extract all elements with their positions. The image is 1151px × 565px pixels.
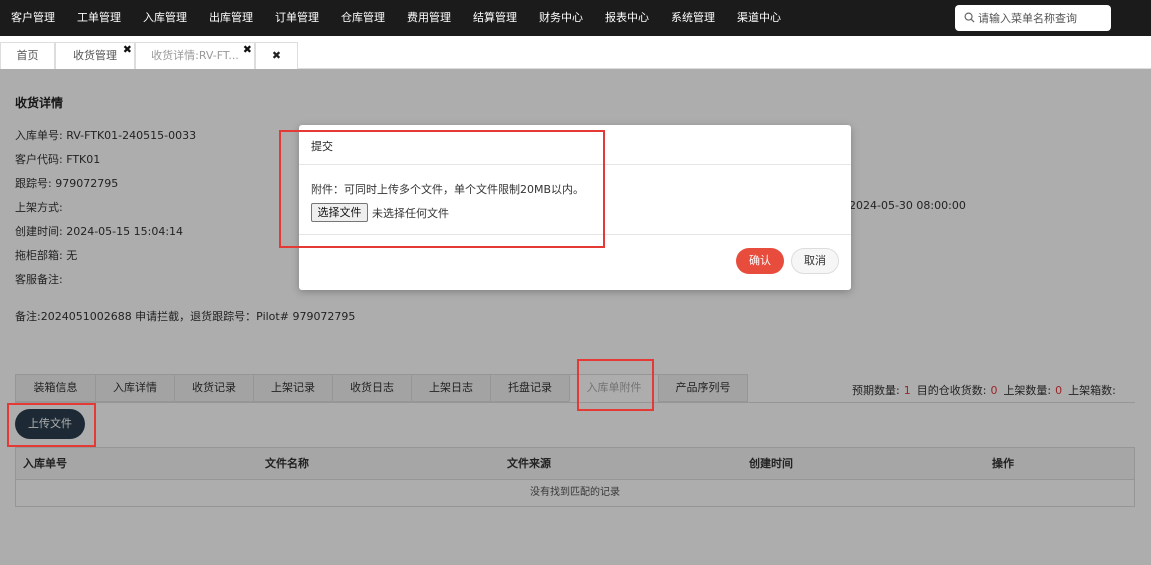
menu-search-input[interactable] <box>978 5 1106 31</box>
menu-settlement[interactable]: 结算管理 <box>462 0 528 36</box>
menu-outbound[interactable]: 出库管理 <box>198 0 264 36</box>
highlight-box-dialog <box>279 130 605 248</box>
tab-home[interactable]: 首页 <box>0 42 55 69</box>
highlight-box-upload-button <box>7 403 96 447</box>
menu-fees[interactable]: 费用管理 <box>396 0 462 36</box>
menu-system[interactable]: 系统管理 <box>660 0 726 36</box>
page-tab-bar: 首页 收货管理 ✖ 收货详情:RV-FT... ✖ ✖ <box>0 36 1151 69</box>
tab-detail-label: 收货详情:RV-FT... <box>151 49 239 62</box>
close-icon[interactable]: ✖ <box>243 37 252 62</box>
menu-workorder[interactable]: 工单管理 <box>66 0 132 36</box>
menu-reports[interactable]: 报表中心 <box>594 0 660 36</box>
confirm-button[interactable]: 确认 <box>736 248 784 274</box>
cancel-button[interactable]: 取消 <box>791 248 839 274</box>
menu-customer[interactable]: 客户管理 <box>0 0 66 36</box>
top-navigation: 客户管理 工单管理 入库管理 出库管理 订单管理 仓库管理 费用管理 结算管理 … <box>0 0 1151 36</box>
menu-orders[interactable]: 订单管理 <box>264 0 330 36</box>
menu-inbound[interactable]: 入库管理 <box>132 0 198 36</box>
menu-channels[interactable]: 渠道中心 <box>726 0 792 36</box>
close-all-tabs-button[interactable]: ✖ <box>255 42 298 69</box>
tab-receiving-management[interactable]: 收货管理 ✖ <box>55 42 135 69</box>
highlight-box-attachments-tab <box>577 359 654 411</box>
search-icon <box>964 12 975 23</box>
menu-finance[interactable]: 财务中心 <box>528 0 594 36</box>
tab-receiving-detail[interactable]: 收货详情:RV-FT... ✖ <box>135 42 255 69</box>
tab-home-label: 首页 <box>16 49 39 62</box>
close-icon: ✖ <box>271 49 282 62</box>
close-icon[interactable]: ✖ <box>123 37 132 62</box>
menu-warehouse[interactable]: 仓库管理 <box>330 0 396 36</box>
menu-search-box <box>955 5 1111 31</box>
tab-receiving-label: 收货管理 <box>73 49 117 62</box>
main-menu: 客户管理 工单管理 入库管理 出库管理 订单管理 仓库管理 费用管理 结算管理 … <box>0 0 792 36</box>
